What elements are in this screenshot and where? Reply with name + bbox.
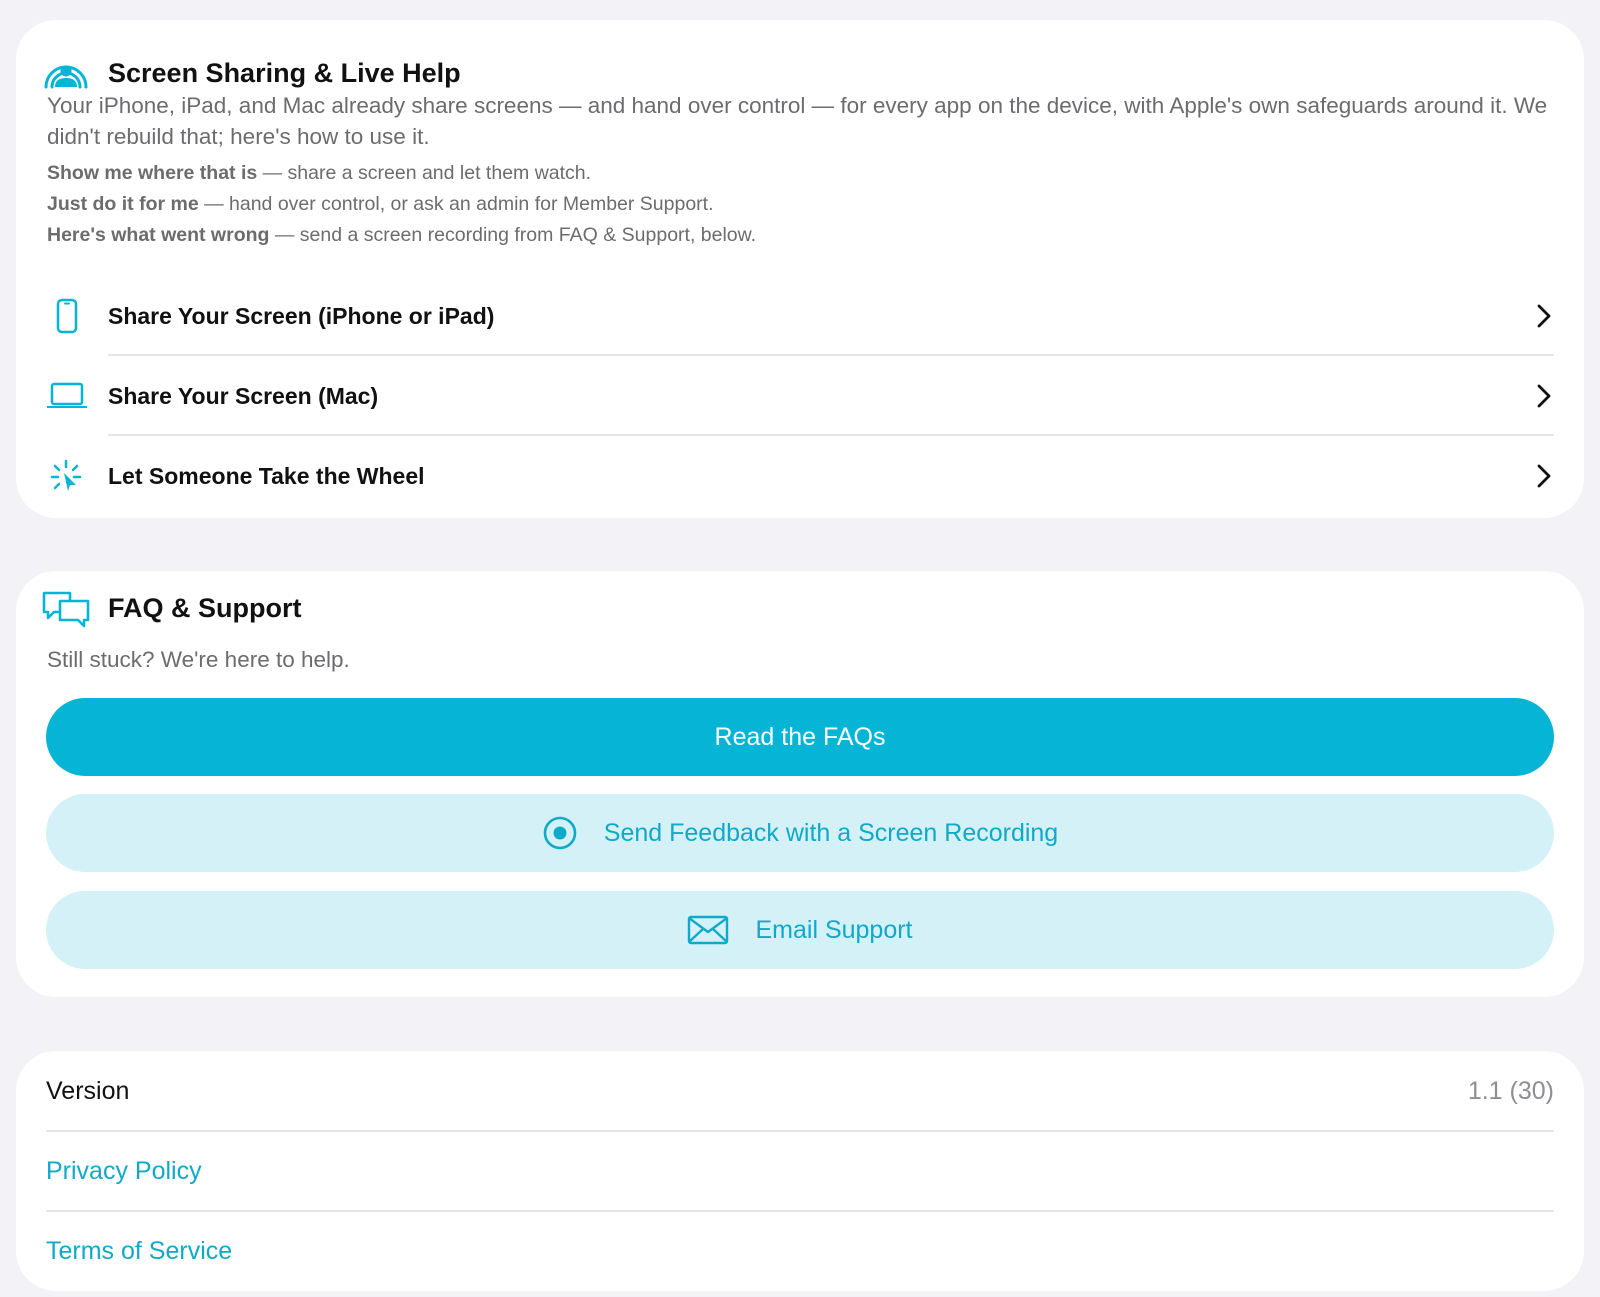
hint-lead: Show me where that is	[47, 162, 258, 184]
share-screen-mac-row[interactable]: Share Your Screen (Mac)	[16, 356, 1584, 436]
faq-title: FAQ & Support	[108, 592, 302, 623]
email-support-button[interactable]: Email Support	[46, 891, 1554, 969]
iphone-icon	[40, 294, 94, 338]
share-screen-mac-label: Share Your Screen (Mac)	[108, 382, 379, 409]
share-screen-iphone-label: Share Your Screen (iPhone or iPad)	[108, 302, 495, 329]
privacy-policy-link[interactable]: Privacy Policy	[46, 1157, 202, 1186]
screen-sharing-hints: Show me where that is — share a screen a…	[47, 158, 756, 251]
send-feedback-label: Send Feedback with a Screen Recording	[603, 818, 1059, 847]
privacy-policy-row[interactable]: Privacy Policy	[46, 1131, 1554, 1211]
terms-of-service-row[interactable]: Terms of Service	[46, 1211, 1554, 1291]
version-row: Version 1.1 (30)	[46, 1051, 1554, 1131]
envelope-icon	[687, 915, 729, 945]
version-value: 1.1 (30)	[1467, 1076, 1554, 1105]
hint-lead: Just do it for me	[47, 193, 199, 215]
laptop-icon	[40, 374, 94, 418]
screen-sharing-intro: Your iPhone, iPad, and Mac already share…	[47, 93, 1548, 149]
email-support-label: Email Support	[755, 915, 913, 944]
faq-header: FAQ & Support	[40, 583, 301, 633]
chevron-right-icon	[1534, 301, 1554, 331]
take-the-wheel-label: Let Someone Take the Wheel	[108, 462, 425, 489]
hint-line: Show me where that is — share a screen a…	[47, 158, 756, 189]
terms-of-service-link[interactable]: Terms of Service	[46, 1237, 232, 1266]
cursor-click-icon	[40, 454, 94, 498]
chat-bubbles-icon	[40, 586, 92, 630]
read-faqs-button[interactable]: Read the FAQs	[46, 698, 1554, 776]
share-screen-iphone-row[interactable]: Share Your Screen (iPhone or iPad)	[16, 276, 1584, 356]
faq-support-card: FAQ & Support Still stuck? We're here to…	[16, 571, 1584, 997]
screen-sharing-title: Screen Sharing & Live Help	[108, 57, 461, 88]
hint-text: — send a screen recording from FAQ & Sup…	[269, 224, 757, 246]
take-the-wheel-row[interactable]: Let Someone Take the Wheel	[16, 436, 1584, 516]
record-icon	[542, 815, 578, 851]
chevron-right-icon	[1534, 381, 1554, 411]
person-broadcast-icon	[40, 51, 92, 95]
about-card: Version 1.1 (30) Privacy Policy Terms of…	[16, 1051, 1584, 1291]
send-feedback-button[interactable]: Send Feedback with a Screen Recording	[46, 794, 1554, 872]
hint-lead: Here's what went wrong	[47, 224, 270, 246]
read-faqs-label: Read the FAQs	[714, 722, 886, 751]
hint-text: — share a screen and let them watch.	[257, 162, 592, 184]
hint-line: Just do it for me — hand over control, o…	[47, 189, 756, 220]
faq-subtitle: Still stuck? We're here to help.	[47, 647, 350, 672]
hint-line: Here's what went wrong — send a screen r…	[47, 220, 756, 251]
hint-text: — hand over control, or ask an admin for…	[198, 193, 714, 215]
version-label: Version	[46, 1076, 130, 1105]
screen-sharing-card: Screen Sharing & Live Help Your iPhone, …	[16, 20, 1584, 518]
chevron-right-icon	[1534, 461, 1554, 491]
